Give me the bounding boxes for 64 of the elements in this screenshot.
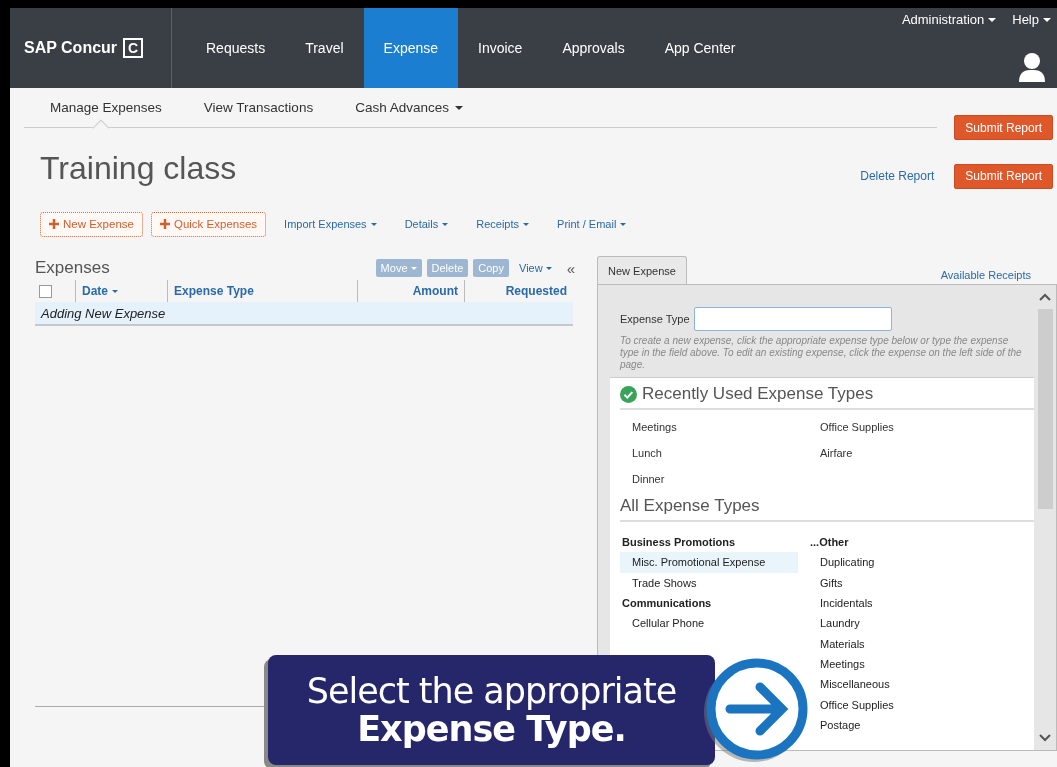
expense-type-link[interactable]: Airfare xyxy=(820,440,1034,466)
menu-link[interactable]: Import Expenses xyxy=(274,218,387,230)
expense-type-link[interactable]: Trade Shows xyxy=(620,572,697,593)
category-heading[interactable]: ...Other xyxy=(808,532,849,553)
nav-tab[interactable]: App Center xyxy=(644,8,756,88)
nav-tab[interactable]: Travel xyxy=(285,8,364,88)
hint-text: To create a new expense, click the appropriate expense type below or type the expense type in the field above. To edit an existing expense, click the expense on the left side of the page. xyxy=(620,335,1023,371)
utility-menu[interactable]: Help xyxy=(1012,12,1051,27)
expense-type-link[interactable]: Office Supplies xyxy=(820,414,1034,440)
plus-icon xyxy=(159,219,170,229)
panel-tab[interactable]: New Expense xyxy=(597,256,687,284)
nav-tab[interactable]: Requests xyxy=(186,8,286,88)
expense-type-link[interactable]: Meetings xyxy=(808,653,865,675)
add-button[interactable]: Quick Expenses xyxy=(150,211,267,237)
expenses-heading: Expenses xyxy=(35,258,111,278)
scroll-down-icon[interactable] xyxy=(1039,734,1051,742)
delete-report-link[interactable]: Delete Report xyxy=(860,169,935,183)
subnav-link[interactable]: View Transactions xyxy=(177,88,330,127)
menu-link[interactable]: Details xyxy=(394,218,459,230)
report-title: Training class xyxy=(40,149,238,187)
subnav-link[interactable]: Manage Expenses xyxy=(24,88,178,127)
user-icon[interactable] xyxy=(1019,52,1045,82)
scrollbar-thumb[interactable] xyxy=(1037,309,1053,509)
utility-menu[interactable]: Administration xyxy=(901,12,997,27)
expense-type-link[interactable]: Materials xyxy=(808,633,865,654)
nav-tab[interactable]: Expense xyxy=(363,8,459,88)
section-heading: Recently Used Expense Types xyxy=(642,384,874,404)
submit-report-button[interactable]: Submit Report xyxy=(954,115,1053,140)
available-receipts-link[interactable]: Available Receipts xyxy=(940,269,1031,281)
logo[interactable]: SAP Concur xyxy=(24,39,118,57)
expense-type-link[interactable]: Gifts xyxy=(808,572,843,593)
expense-type-link[interactable]: Lunch xyxy=(632,440,820,466)
callout-text: Select the appropriate xyxy=(306,672,677,710)
expense-type-link[interactable]: Duplicating xyxy=(808,552,875,573)
nav-tab[interactable]: Invoice xyxy=(458,8,543,88)
expense-type-link[interactable]: Meetings xyxy=(632,414,820,440)
expense-type-link[interactable]: Incidentals xyxy=(808,592,873,614)
plus-icon xyxy=(49,219,59,229)
subnav-link[interactable]: Cash Advances xyxy=(329,88,479,127)
expense-type-link[interactable]: Dinner xyxy=(632,466,820,492)
field-label: Expense Type xyxy=(620,313,690,325)
scroll-up-icon[interactable] xyxy=(1039,293,1051,301)
expense-type-link[interactable]: Cellular Phone xyxy=(620,613,705,634)
expense-type-field[interactable] xyxy=(693,307,892,331)
expense-type-link[interactable]: Miscellaneous xyxy=(808,674,890,695)
nav-tab[interactable]: Approvals xyxy=(542,8,645,88)
menu-link[interactable]: Print / Email xyxy=(547,218,637,230)
expense-type-link[interactable]: Office Supplies xyxy=(808,694,894,715)
collapse-button[interactable]: « xyxy=(566,259,575,277)
logo-mark[interactable]: C xyxy=(123,38,144,58)
menu-link[interactable]: Receipts xyxy=(466,218,540,230)
add-button[interactable]: New Expense xyxy=(40,211,143,237)
select-all-checkbox[interactable] xyxy=(39,284,52,298)
submit-report-button[interactable]: Submit Report xyxy=(954,163,1053,189)
category-heading[interactable]: Communications xyxy=(620,592,712,614)
category-heading[interactable]: Business Promotions xyxy=(620,532,736,553)
expense-type-link[interactable]: Postage xyxy=(808,714,861,735)
action-button[interactable]: View xyxy=(514,259,557,277)
expense-type-link[interactable]: Misc. Promotional Expense xyxy=(620,552,798,573)
expense-row[interactable]: Adding New Expense xyxy=(35,302,573,326)
callout-text: Expense Type. xyxy=(357,710,626,748)
check-circle-icon xyxy=(620,385,637,403)
section-heading: All Expense Types xyxy=(620,496,760,516)
expense-type-link[interactable]: Laundry xyxy=(808,613,860,634)
